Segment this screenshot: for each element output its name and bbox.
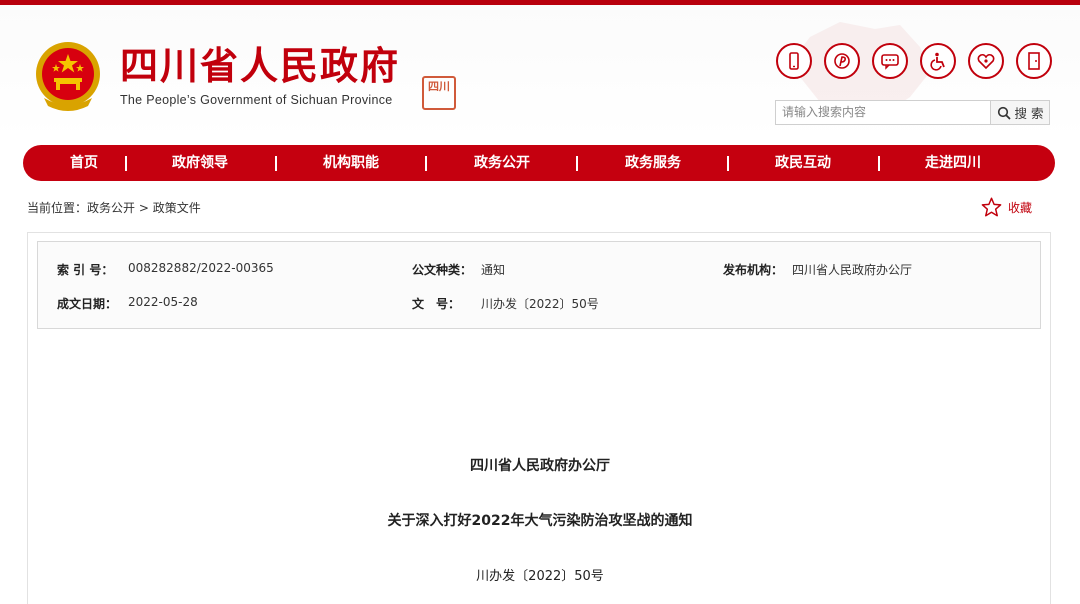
favorite-button[interactable]: 收藏 bbox=[981, 197, 1032, 217]
index-number-value: 008282882/2022-00365 bbox=[128, 261, 274, 275]
document-number: 川办发〔2022〕50号 bbox=[476, 569, 604, 584]
document-meta-table: 索 引 号： 008282882/2022-00365 公文种类： 通知 发布机… bbox=[37, 241, 1041, 329]
nav-item-home[interactable]: 首页 bbox=[70, 145, 98, 181]
nav-item-leaders[interactable]: 政府领导 bbox=[172, 145, 228, 181]
breadcrumb: 当前位置：政务公开 > 政策文件 bbox=[27, 199, 201, 216]
search-icon bbox=[997, 106, 1011, 120]
written-date-value: 2022-05-28 bbox=[128, 295, 198, 309]
national-emblem-icon bbox=[36, 42, 100, 111]
search-input[interactable]: 请输入搜索内容 bbox=[775, 100, 991, 125]
search-button[interactable]: 搜 索 bbox=[991, 100, 1050, 125]
breadcrumb-item-policy-documents[interactable]: 政策文件 bbox=[153, 201, 201, 215]
nav-item-interaction[interactable]: 政民互动 bbox=[775, 145, 831, 181]
nav-divider bbox=[125, 156, 127, 171]
index-number-label: 索 引 号： bbox=[57, 263, 114, 277]
written-date-label: 成文日期： bbox=[57, 297, 118, 311]
mobile-icon[interactable] bbox=[776, 43, 812, 79]
site-title[interactable]: 四川省人民政府 bbox=[120, 44, 400, 88]
publisher-label: 发布机构： bbox=[723, 263, 784, 277]
doc-number-value: 川办发〔2022〕50号 bbox=[481, 297, 599, 311]
nav-divider bbox=[878, 156, 880, 171]
site-subtitle: The People’s Government of Sichuan Provi… bbox=[120, 93, 393, 107]
doc-type-label: 公文种类： bbox=[412, 263, 473, 277]
search-button-label: 搜 索 bbox=[1014, 106, 1044, 121]
seal-text: 四川 bbox=[428, 80, 450, 93]
doc-number-label: 文 号： bbox=[412, 297, 461, 311]
doc-type-value: 通知 bbox=[481, 263, 506, 277]
sichuan-seal-logo: 四川 bbox=[422, 76, 456, 110]
breadcrumb-item-government-affairs[interactable]: 政务公开 bbox=[87, 201, 135, 215]
nav-item-government-affairs[interactable]: 政务公开 bbox=[474, 145, 530, 181]
accessibility-icon[interactable] bbox=[920, 43, 956, 79]
main-nav: 首页 政府领导 机构职能 政务公开 政务服务 政民互动 走进四川 bbox=[23, 145, 1055, 181]
star-icon bbox=[981, 197, 1002, 217]
breadcrumb-prefix: 当前位置： bbox=[27, 201, 88, 215]
nav-divider bbox=[727, 156, 729, 171]
publisher-value: 四川省人民政府办公厅 bbox=[792, 263, 913, 277]
nav-divider bbox=[275, 156, 277, 171]
nav-divider bbox=[576, 156, 578, 171]
nav-item-services[interactable]: 政务服务 bbox=[625, 145, 681, 181]
exit-icon[interactable] bbox=[1016, 43, 1052, 79]
favorite-label: 收藏 bbox=[1008, 200, 1033, 215]
nav-item-about-sichuan[interactable]: 走进四川 bbox=[925, 145, 981, 181]
document-issuing-org: 四川省人民政府办公厅 bbox=[470, 458, 610, 474]
document-title: 关于深入打好2022年大气污染防治攻坚战的通知 bbox=[387, 513, 693, 529]
message-icon[interactable] bbox=[872, 43, 908, 79]
nav-item-institutions[interactable]: 机构职能 bbox=[323, 145, 379, 181]
nav-divider bbox=[425, 156, 427, 171]
weibo-icon[interactable] bbox=[824, 43, 860, 79]
breadcrumb-separator: > bbox=[138, 201, 149, 215]
elderly-care-icon[interactable] bbox=[968, 43, 1004, 79]
